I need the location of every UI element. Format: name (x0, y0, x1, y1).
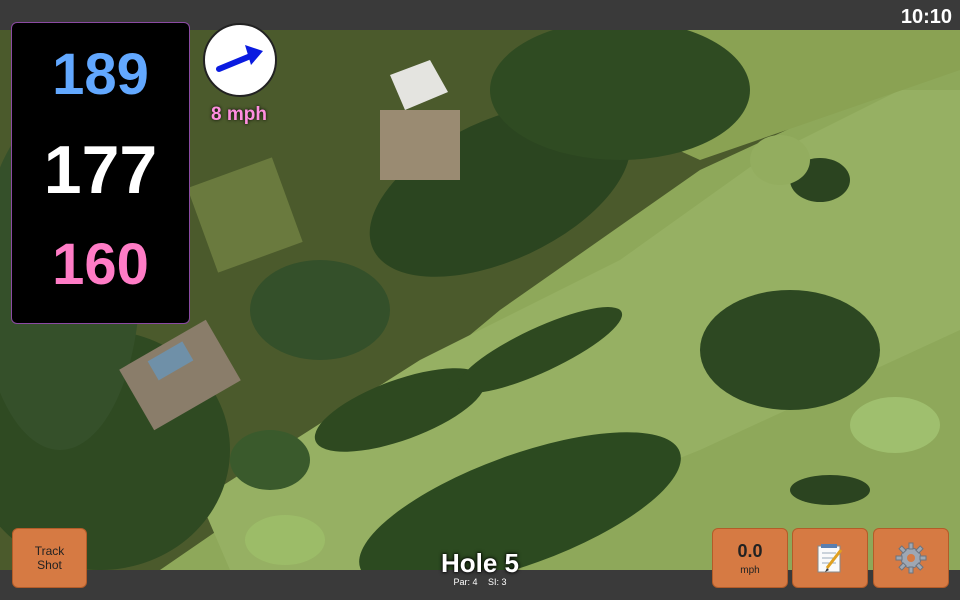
wind-arrow-icon (216, 45, 263, 72)
wind-speed: 8 mph (211, 104, 267, 125)
front-distance: 160 (52, 232, 149, 297)
wind-indicator (203, 23, 277, 97)
middle-distance: 177 (43, 132, 158, 208)
hole-par: Par: 4 (453, 577, 478, 587)
speed-button[interactable]: 0.0 mph (712, 528, 788, 588)
track-shot-label-line1: Track (34, 544, 65, 558)
back-distance: 189 (52, 42, 149, 107)
track-shot-label-line2: Shot (37, 558, 62, 572)
speed-value: 0.0 (737, 540, 763, 561)
track-shot-button[interactable]: Track Shot (12, 528, 87, 588)
notes-button[interactable] (792, 528, 868, 588)
gear-icon (895, 542, 927, 574)
hole-title: Hole 5 (440, 548, 520, 578)
distance-panel: 189 177 160 (11, 22, 190, 324)
notepad-icon (817, 544, 843, 573)
hole-stroke-index: SI: 3 (488, 577, 507, 587)
hole-details: Par: 4 SI: 3 (380, 577, 580, 587)
speed-unit: mph (740, 564, 760, 576)
clock: 10:10 (900, 6, 952, 28)
settings-button[interactable] (873, 528, 949, 588)
